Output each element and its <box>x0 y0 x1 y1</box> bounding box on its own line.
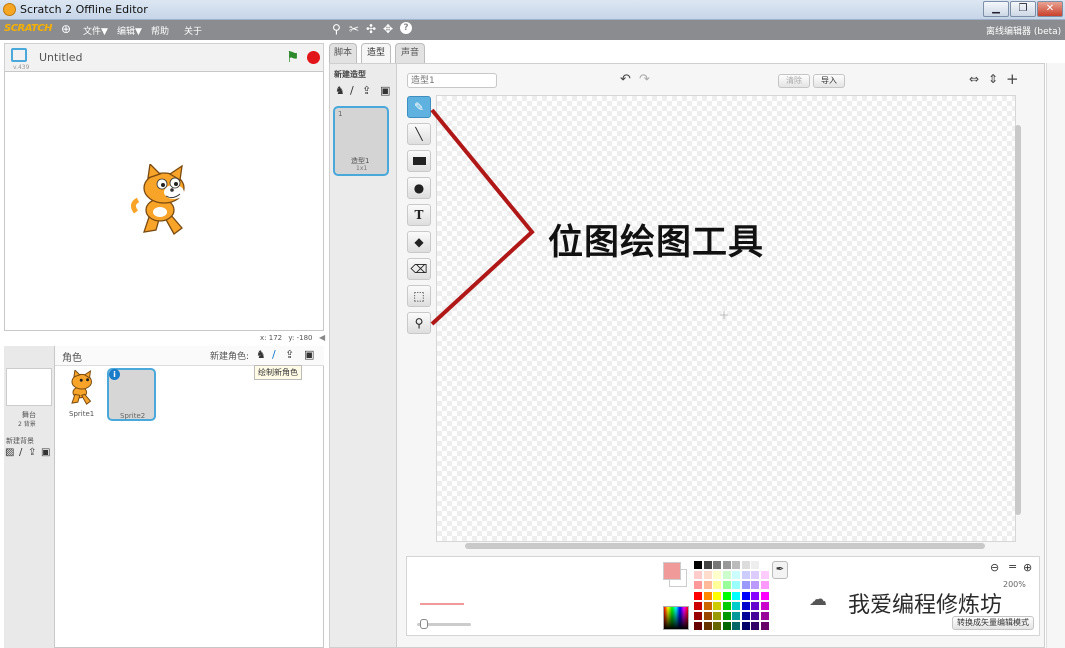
color-swatch[interactable] <box>713 591 721 600</box>
color-swatch[interactable] <box>751 601 759 610</box>
eyedropper-button[interactable]: ✒ <box>772 561 788 579</box>
slider-handle[interactable] <box>420 619 428 629</box>
color-swatch[interactable] <box>732 591 740 600</box>
color-swatch[interactable] <box>713 571 721 580</box>
color-swatch[interactable] <box>732 571 740 580</box>
color-swatch[interactable] <box>703 622 712 631</box>
color-swatch[interactable] <box>713 581 721 590</box>
color-swatch[interactable] <box>732 622 740 631</box>
color-swatch[interactable] <box>760 581 769 590</box>
color-swatch[interactable] <box>703 581 712 590</box>
color-swatch[interactable] <box>703 591 712 600</box>
color-swatch[interactable] <box>741 591 750 600</box>
color-swatch[interactable] <box>703 561 712 569</box>
zoom-in-icon[interactable]: ⊕ <box>1023 561 1032 574</box>
zoom-reset-icon[interactable]: = <box>1008 560 1017 573</box>
color-swatch[interactable] <box>741 612 750 620</box>
color-swatch[interactable] <box>751 612 759 620</box>
wechat-icon: ☁ <box>809 589 827 610</box>
color-palette[interactable] <box>694 561 770 633</box>
color-swatch[interactable] <box>760 622 769 631</box>
zoom-level: 200% <box>1003 580 1026 589</box>
zoom-out-icon[interactable]: ⊖ <box>990 561 999 574</box>
color-swatch[interactable] <box>694 601 702 610</box>
color-swatch[interactable] <box>703 612 712 620</box>
color-swatch[interactable] <box>722 581 731 590</box>
color-swatch[interactable] <box>703 571 712 580</box>
annotation-bracket <box>430 108 535 326</box>
brush-preview-line <box>420 603 464 605</box>
color-swatch[interactable] <box>732 561 740 569</box>
color-swatch[interactable] <box>713 612 721 620</box>
color-swatch[interactable] <box>694 581 702 590</box>
brush-options-panel: ✒ ⊖ = ⊕ 200% 我爱编程修炼坊 ☁ 转换成矢量编辑模式 <box>406 556 1040 636</box>
brush-size-slider[interactable] <box>417 619 471 629</box>
annotation-label: 位图绘图工具 <box>548 223 765 263</box>
color-swatch[interactable] <box>694 622 702 631</box>
watermark: 我爱编程修炼坊 <box>848 593 1003 618</box>
color-swatch[interactable] <box>722 571 731 580</box>
color-swatch[interactable] <box>751 571 759 580</box>
color-swatch[interactable] <box>751 622 759 631</box>
primary-color-swatch[interactable] <box>663 562 681 580</box>
color-swatch[interactable] <box>722 601 731 610</box>
color-swatch[interactable] <box>694 561 702 569</box>
color-swatch[interactable] <box>760 591 769 600</box>
color-swatch[interactable] <box>741 571 750 580</box>
color-swatch[interactable] <box>713 622 721 631</box>
color-swatch[interactable] <box>741 561 750 569</box>
color-swatch[interactable] <box>713 601 721 610</box>
color-swatch[interactable] <box>713 561 721 569</box>
color-swatch[interactable] <box>760 571 769 580</box>
color-swatch[interactable] <box>751 581 759 590</box>
color-swatch[interactable] <box>751 591 759 600</box>
color-swatch[interactable] <box>722 622 731 631</box>
color-swatch[interactable] <box>722 612 731 620</box>
color-swatch[interactable] <box>694 612 702 620</box>
color-swatch[interactable] <box>741 601 750 610</box>
color-swatch[interactable] <box>722 561 731 569</box>
color-swatch[interactable] <box>694 571 702 580</box>
color-swatch[interactable] <box>760 612 769 620</box>
color-swatch[interactable] <box>694 591 702 600</box>
color-swatch[interactable] <box>741 622 750 631</box>
color-swatch[interactable] <box>703 601 712 610</box>
color-swatch[interactable] <box>760 601 769 610</box>
color-swatch[interactable] <box>751 561 759 569</box>
color-spectrum-button[interactable] <box>663 606 689 630</box>
color-swatch[interactable] <box>722 591 731 600</box>
convert-to-vector-button[interactable]: 转换成矢量编辑模式 <box>952 616 1034 630</box>
color-swatch[interactable] <box>760 561 769 569</box>
color-swatch[interactable] <box>732 612 740 620</box>
color-swatch[interactable] <box>741 581 750 590</box>
color-swatch[interactable] <box>732 601 740 610</box>
color-swatch[interactable] <box>732 581 740 590</box>
